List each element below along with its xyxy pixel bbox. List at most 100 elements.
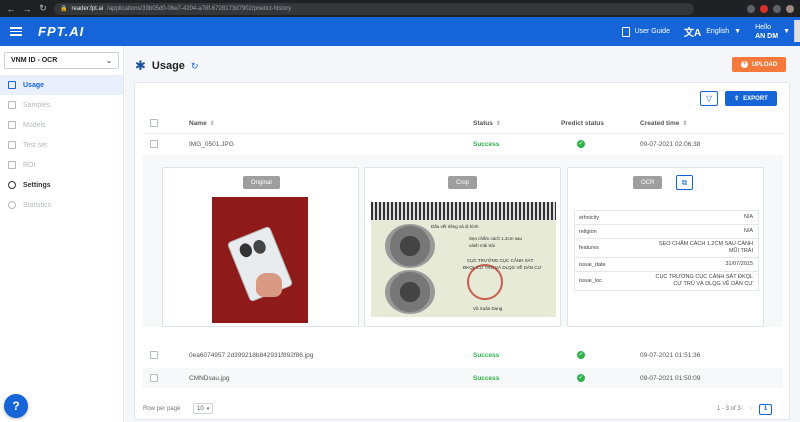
sidebar-item-statistics[interactable]: Statistics <box>0 195 123 215</box>
language-select[interactable]: 文A English ▼ <box>684 24 741 39</box>
refresh-icon[interactable]: ↻ <box>191 61 199 72</box>
sidebar-item-settings[interactable]: Settings <box>0 175 123 195</box>
ocr-label: OCR <box>633 176 663 189</box>
table-header: Name ⇕ Status ⇕ Predict status Created tim… <box>143 113 783 134</box>
extension-icon[interactable] <box>760 4 768 13</box>
browser-toolbar: ← → ↻ 🔒 reader.fpt.ai/applications/33b05… <box>0 0 800 17</box>
select-all-checkbox[interactable] <box>150 119 158 127</box>
pagination-range: 1 - 3 of 3 <box>717 406 741 412</box>
ocr-value: N/A <box>743 228 753 234</box>
table-row[interactable]: CMNDsau.jpg Success ✓ 09-07-2021 01:50:0… <box>143 368 783 388</box>
main-content: ✱ Usage ↻ + UPLOAD ▽ ⇪ EXPORT Name ⇕ Stat… <box>125 46 800 422</box>
crop-panel: Crop Dấu vết riêng và dị hình Sẹo chấm c… <box>364 167 561 327</box>
chevron-down-icon: ▾ <box>206 405 210 412</box>
cube-icon <box>8 121 16 129</box>
history-card: ▽ ⇪ EXPORT Name ⇕ Status ⇕ Predict status … <box>134 82 790 420</box>
sidebar-item-label: Statistics <box>23 201 52 209</box>
address-bar[interactable]: 🔒 reader.fpt.ai/applications/33b05d0-06e… <box>54 2 694 15</box>
check-circle-icon: ✓ <box>577 374 585 382</box>
check-circle-icon: ✓ <box>577 351 585 359</box>
row-name: IMG_0501.JPG <box>189 140 234 148</box>
reload-icon[interactable]: ↻ <box>38 3 48 14</box>
upload-label: UPLOAD <box>751 61 778 68</box>
ocr-value: N/A <box>743 214 753 220</box>
row-name: 0ea6074957 2d399218b842931f892f86.jpg <box>189 351 314 359</box>
puzzle-icon: ✱ <box>135 58 146 73</box>
rows-per-page-select[interactable]: 10 ▾ <box>193 403 213 414</box>
ocr-field-row: issue_loc CỤC TRƯỞNG CỤC CẢNH SÁT ĐKQL C… <box>575 272 758 290</box>
project-select[interactable]: VNM ID - OCR ⌄ <box>4 52 119 69</box>
project-name: VNM ID - OCR <box>11 57 58 64</box>
url-path: /applications/33b05d0-06e7-4204-a78f-672… <box>107 5 292 12</box>
ocr-key: issue_loc <box>579 278 602 284</box>
export-button[interactable]: ⇪ EXPORT <box>725 91 777 106</box>
ocr-field-row: issue_date 31/07/2015 <box>575 258 758 272</box>
language-label: English <box>706 28 730 35</box>
table-footer: Row per page 10 ▾ 1 - 3 of 3 ‹ › 1 <box>143 401 783 417</box>
ocr-field-row: religion N/A <box>575 225 758 239</box>
sidebar-item-samples[interactable]: Samples <box>0 95 123 115</box>
menu-icon[interactable] <box>10 27 22 36</box>
column-created-time[interactable]: Created time ⇕ <box>640 120 687 127</box>
user-guide-link[interactable]: User Guide <box>621 26 670 37</box>
greeting: Hello <box>755 23 772 31</box>
column-status[interactable]: Status ⇕ <box>473 120 501 127</box>
sidebar-item-usage[interactable]: Usage <box>0 75 123 95</box>
row-status: Success <box>473 140 500 148</box>
row-checkbox[interactable] <box>150 351 158 359</box>
extensions <box>747 4 794 13</box>
app-header: FPT.AI User Guide 文A English ▼ Hello AN … <box>0 17 800 46</box>
sidebar-item-label: Usage <box>23 81 45 89</box>
extension-icon[interactable] <box>773 4 781 13</box>
crop-label: Crop <box>448 176 478 189</box>
column-name[interactable]: Name ⇕ <box>189 120 215 127</box>
row-created-time: 09-07-2021 01:50:09 <box>640 374 701 382</box>
external-link-icon: ⧉ <box>681 177 688 187</box>
back-icon[interactable]: ← <box>6 4 16 14</box>
sort-icon: ⇕ <box>682 120 688 127</box>
page-number-button[interactable]: 1 <box>759 403 772 415</box>
next-page-icon[interactable]: › <box>750 406 752 412</box>
ocr-field-row: features SẸO CHẤM CÁCH 1.2CM SAU CÁNH MŨ… <box>575 239 758 258</box>
prev-page-icon[interactable]: ‹ <box>741 406 743 412</box>
row-checkbox[interactable] <box>150 140 158 148</box>
book-icon <box>621 26 630 37</box>
sidebar: VNM ID - OCR ⌄ Usage Samples Models Test… <box>0 46 124 422</box>
row-checkbox[interactable] <box>150 374 158 382</box>
table-row[interactable]: 0ea6074957 2d399218b842931f892f86.jpg Su… <box>143 345 783 365</box>
ocr-key: features <box>579 245 599 251</box>
chevron-down-icon: ⌄ <box>106 57 112 65</box>
export-label: EXPORT <box>743 95 768 102</box>
profile-avatar[interactable] <box>786 4 794 13</box>
filter-button[interactable]: ▽ <box>700 91 718 106</box>
row-status: Success <box>473 374 500 382</box>
original-image <box>212 197 308 323</box>
sidebar-item-roi[interactable]: ROI <box>0 155 123 175</box>
row-created-time: 09-07-2021 01:51:36 <box>640 351 701 359</box>
user-menu[interactable]: Hello AN DM ▼ <box>755 23 790 41</box>
scrollbar[interactable] <box>794 20 800 42</box>
table-row[interactable]: IMG_0501.JPG Success ✓ 09-07-2021 02:06:… <box>143 134 783 154</box>
help-button[interactable]: ? <box>4 394 28 418</box>
sidebar-item-models[interactable]: Models <box>0 115 123 135</box>
filter-icon: ▽ <box>705 94 713 103</box>
ocr-value: 31/07/2015 <box>725 261 753 267</box>
username: AN DM <box>755 32 779 40</box>
row-name: CMNDsau.jpg <box>189 374 230 382</box>
export-icon: ⇪ <box>734 96 740 102</box>
crop-icon <box>8 161 16 169</box>
open-external-button[interactable]: ⧉ <box>676 175 693 190</box>
rows-per-page-label: Row per page <box>143 406 181 412</box>
sidebar-item-test-set[interactable]: Test set <box>0 135 123 155</box>
caret-down-icon: ▼ <box>734 28 742 35</box>
pie-chart-icon <box>8 201 16 209</box>
forward-icon[interactable]: → <box>22 4 32 14</box>
plus-circle-icon: + <box>740 61 748 68</box>
upload-button[interactable]: + UPLOAD <box>732 57 786 72</box>
ocr-result-table: ethnicity N/A religion N/A features SẸO … <box>574 210 759 291</box>
star-icon[interactable] <box>747 4 755 13</box>
chart-icon <box>8 81 16 89</box>
sidebar-item-label: Models <box>23 121 46 129</box>
translate-icon: 文A <box>683 28 702 39</box>
ocr-key: ethnicity <box>579 214 600 221</box>
